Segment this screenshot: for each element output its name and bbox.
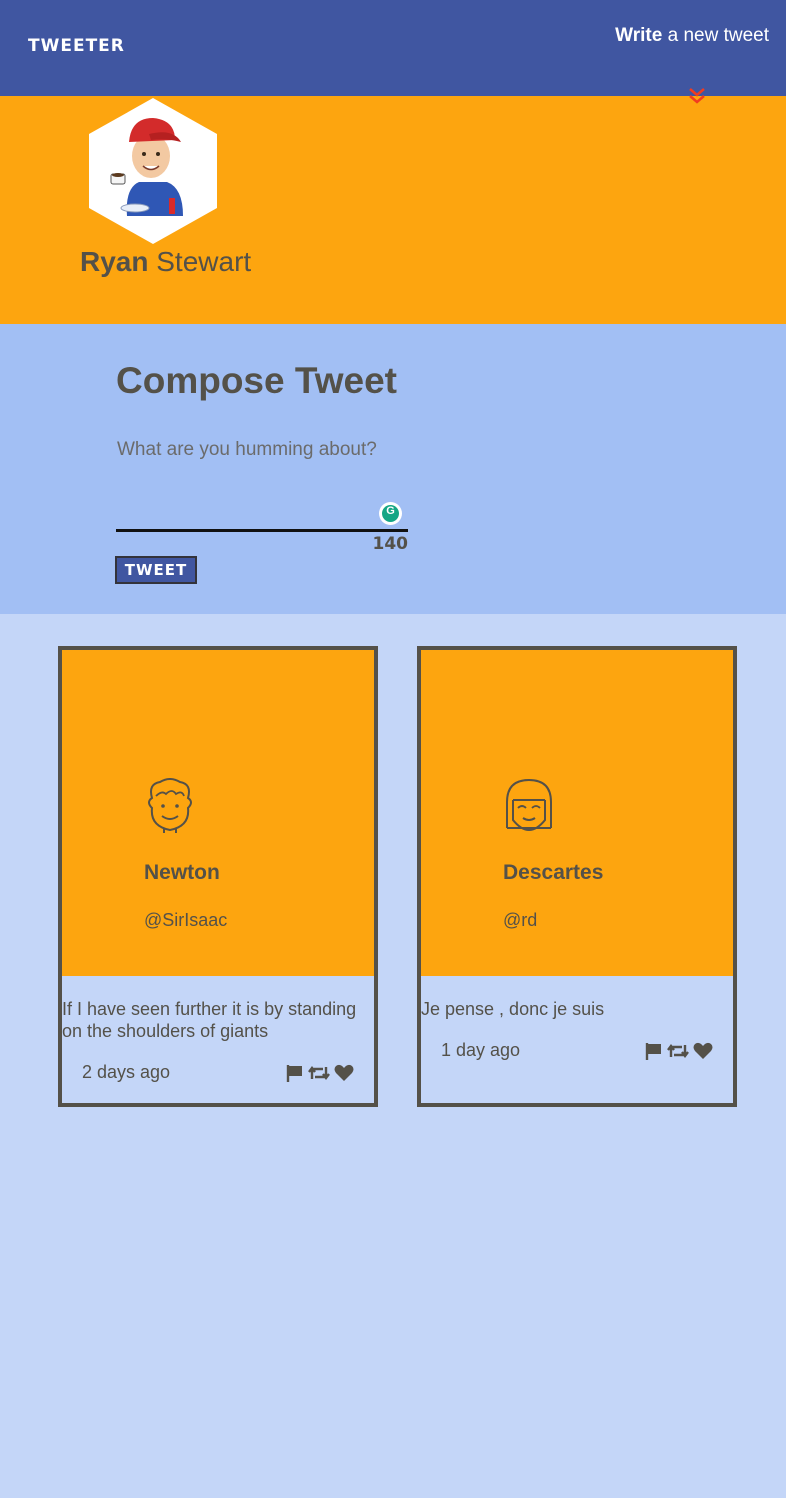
user-first-name: Ryan <box>80 246 149 277</box>
tweet-author-name: Descartes <box>503 861 604 884</box>
flag-icon[interactable] <box>286 1064 304 1082</box>
user-face-icon <box>506 778 552 832</box>
compose-title: Compose Tweet <box>116 360 397 401</box>
tweet-actions <box>286 1064 354 1082</box>
grammarly-icon[interactable]: G <box>379 502 402 525</box>
retweet-icon[interactable] <box>667 1042 689 1060</box>
tweet-timestamp: 2 days ago <box>82 1062 171 1082</box>
user-name: Ryan Stewart <box>80 246 251 278</box>
compose-prompt: What are you humming about? <box>117 439 377 460</box>
top-nav: TWEETER Write a new tweet <box>0 0 786 96</box>
profile-header: Ryan Stewart <box>0 96 786 324</box>
tweet-author-name: Newton <box>144 861 220 884</box>
tweet-author-handle: @SirIsaac <box>144 910 228 930</box>
user-face-icon <box>148 778 192 833</box>
retweet-icon[interactable] <box>308 1064 330 1082</box>
tweet-text: If I have seen further it is by standing… <box>62 999 357 1041</box>
tweet-text: Je pense , donc je suis <box>421 999 605 1019</box>
tweet-input[interactable] <box>116 474 408 532</box>
heart-icon[interactable] <box>334 1064 354 1082</box>
character-counter: 140 <box>372 534 409 554</box>
heart-icon[interactable] <box>693 1042 713 1060</box>
avatar <box>89 98 217 244</box>
user-last-name: Stewart <box>148 246 252 277</box>
write-new-tweet-link[interactable]: Write a new tweet <box>615 25 769 47</box>
tweet-header: Descartes @rd <box>421 650 733 976</box>
tweet-card: Newton @SirIsaac If I have seen further … <box>58 646 378 1107</box>
tweet-actions <box>645 1042 713 1060</box>
tweet-header: Newton @SirIsaac <box>62 650 374 976</box>
write-link-bold: Write <box>615 25 663 46</box>
write-link-rest: a new tweet <box>662 25 769 46</box>
chevron-double-down-icon[interactable] <box>686 86 708 106</box>
tweet-author-handle: @rd <box>503 910 538 930</box>
brand-logo[interactable]: TWEETER <box>28 36 125 56</box>
compose-section: Compose Tweet What are you humming about… <box>0 324 786 614</box>
tweet-card: Descartes @rd Je pense , donc je suis 1 … <box>417 646 737 1107</box>
tweet-timestamp: 1 day ago <box>441 1040 521 1060</box>
flag-icon[interactable] <box>645 1042 663 1060</box>
tweet-button[interactable]: TWEET <box>115 556 197 584</box>
